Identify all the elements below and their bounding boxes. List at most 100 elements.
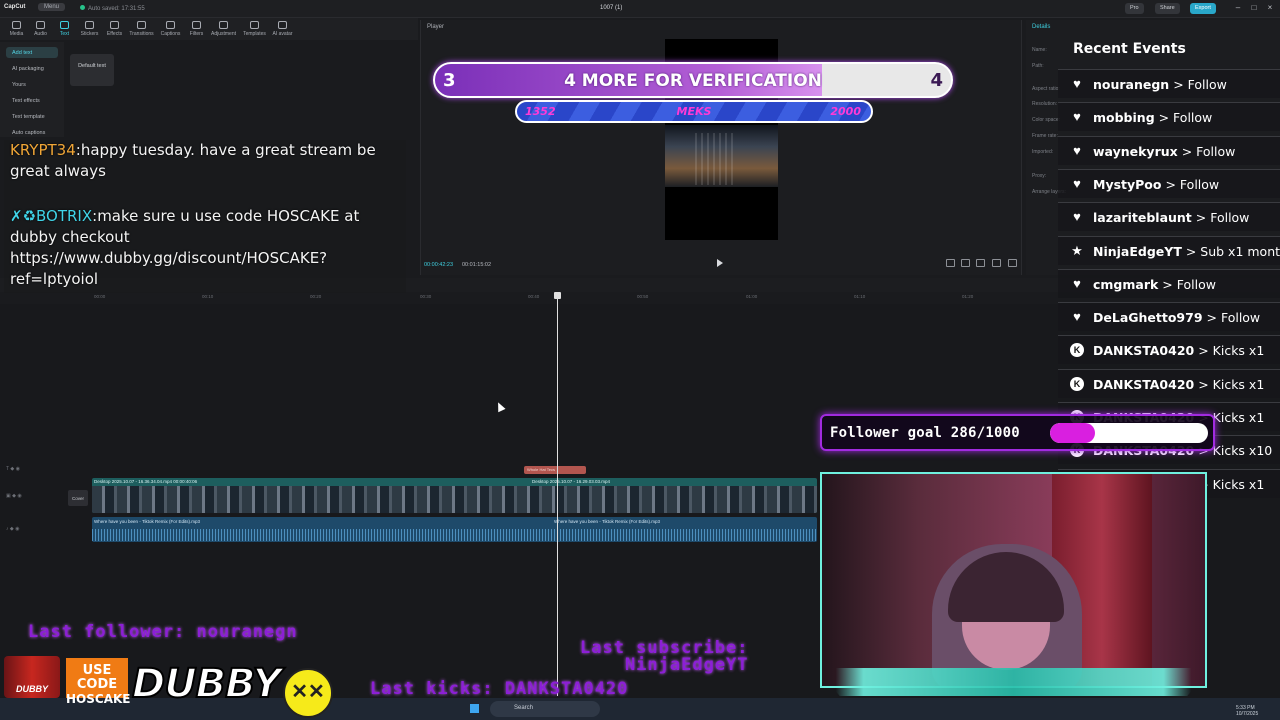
video-clip-label: Desktop 2025.10.07 - 16.29.03.03.mp4 [532,479,611,484]
sidebar-item-text-template[interactable]: Text template [6,111,58,122]
event-username: DANKSTA0420 [1093,376,1195,392]
event-item: ♥ mobbing > Follow [1058,102,1280,132]
event-item: ♥ waynekyrux > Follow [1058,135,1280,165]
minimize-icon[interactable]: – [1232,3,1244,14]
heart-icon: ♥ [1073,175,1081,191]
ruler-tick: 00:40 [528,294,540,299]
sidebar-item-yours[interactable]: Yours [6,79,58,90]
taskbar-search[interactable]: Search [490,701,600,717]
play-icon[interactable] [717,259,723,267]
sub-goal-label: MEKS [676,105,712,118]
cover-button[interactable]: Cover [68,490,88,506]
chat-message: KRYPT34:happy tuesday. have a great stre… [10,140,405,182]
ratio-icon[interactable] [961,259,970,267]
event-text: DANKSTA0420 > Kicks x1 [1093,343,1264,358]
tool-filters[interactable]: Filters [184,20,209,37]
close-icon[interactable]: × [1264,3,1276,14]
windows-start-icon[interactable] [470,704,479,713]
audio-clip[interactable]: Where have you been - Tiktok Remix (For … [92,517,817,542]
sidebar-item-ai-packaging[interactable]: AI packaging [6,63,58,74]
maximize-icon[interactable]: □ [1248,3,1260,14]
chat-overlay: KRYPT34:happy tuesday. have a great stre… [4,140,406,293]
kick-icon: K [1070,376,1084,391]
sidebar-item-auto-captions[interactable]: Auto captions [6,127,58,138]
sidebar-item-text-effects[interactable]: Text effects [6,95,58,106]
event-username: lazariteblaunt [1093,210,1192,226]
event-username: waynekyrux [1093,143,1178,159]
tool-text[interactable]: Text [52,20,77,37]
current-timecode: 00:00:42:23 [424,262,454,268]
event-text: waynekyrux > Follow [1093,144,1235,159]
fullscreen-icon[interactable] [976,259,985,267]
audio-track-controls[interactable]: ♪ ◆ ◉ [6,526,42,534]
total-timecode: 00:01:15:02 [462,262,492,268]
audio-waveform [92,529,817,541]
chat-message: ✗♻BOTRIX:make sure u use code HOSCAKE at… [10,206,405,290]
event-username: DANKSTA0420 [1093,343,1195,359]
templates-icon [250,21,259,29]
event-action: > Follow [1169,77,1227,92]
pro-button[interactable]: Pro [1125,3,1144,14]
tool-templates[interactable]: Templates [242,20,267,37]
tool-media[interactable]: Media [4,20,29,37]
tool-audio[interactable]: Audio [28,20,53,37]
event-item: ♥ DeLaGhetto979 > Follow [1058,302,1280,332]
video-clip[interactable]: Desktop 2025.10.07 - 16.36.34.04.mp4 00:… [92,478,817,513]
view-icon[interactable] [992,259,1001,267]
tool-ai-avatar[interactable]: AI avatar [270,20,295,37]
tool-captions[interactable]: Captions [158,20,183,37]
adjustment-icon [219,21,228,29]
default-text-tile[interactable]: Default text [70,54,114,86]
promo-code-word: CODE [76,677,118,692]
event-action: > Kicks x1 [1194,343,1265,359]
autosave-status: Auto saved: 17:31:55 [80,5,145,12]
event-text: DANKSTA0420 > Kicks x1 [1093,377,1264,392]
follower-goal-label: Follower goal 286/1000 [830,425,1020,441]
expand-icon[interactable] [1008,259,1017,267]
tool-adjustment[interactable]: Adjustment [211,20,236,37]
detail-label: Path: [1032,63,1044,69]
ruler-tick: 00:50 [637,294,649,299]
event-action: > Follow [1158,276,1216,292]
sidebar-item-add-text[interactable]: Add text [6,47,58,58]
detail-label: Proxy: [1032,173,1047,179]
follower-goal-fill [1050,423,1095,443]
heart-icon: ♥ [1073,142,1081,158]
text-track-controls[interactable]: T ◆ ◉ [6,466,42,474]
webcam-frame-decoration [816,668,1211,696]
ruler-tick: 00:30 [420,294,432,299]
event-username: MystyPoo [1093,176,1162,192]
detail-label: Frame rate: [1032,133,1058,139]
text-sidebar: Add text AI packaging Yours Text effects… [0,42,64,137]
clock-date: 10/7/2025 [1236,711,1259,717]
event-username: nouranegn [1093,77,1170,92]
audio-clip-label: Where have you been - Tiktok Remix (For … [554,519,661,524]
tool-stickers[interactable]: Stickers [77,20,102,37]
media-icon [12,21,21,29]
preview-frame-image [665,125,778,187]
ruler-tick: 00:20 [310,294,322,299]
event-username: cmgmark [1093,276,1159,292]
dubby-logo: DUBBY [131,661,282,707]
webcam-feed [820,472,1207,688]
export-button[interactable]: Export [1190,3,1216,14]
playhead[interactable] [557,292,558,696]
bot-badge-icon: ✗♻ [10,207,37,225]
tool-effects[interactable]: Effects [102,20,127,37]
crop-icon[interactable] [946,259,955,267]
event-action: > Follow [1154,110,1213,126]
video-track-controls[interactable]: ▣ ◆ ◉ [6,493,42,501]
text-clip[interactable]: Whole Hat Tecs [524,466,586,474]
share-button[interactable]: Share [1155,3,1180,14]
playhead-handle[interactable] [554,292,561,299]
promo-use: USE [82,663,112,678]
tool-transitions[interactable]: Transitions [129,20,154,37]
ruler-tick: 01:00 [746,294,758,299]
follower-goal-widget: Follower goal 286/1000 [820,414,1215,451]
filters-icon [192,21,201,29]
last-subscriber-ticker: Last subscribe: NinjaEdgeYT [580,640,749,674]
detail-label: Imported: [1032,149,1054,155]
player-header: Player [427,24,445,30]
star-icon: ★ [1071,242,1083,258]
menu-button[interactable]: Menu [38,3,66,11]
